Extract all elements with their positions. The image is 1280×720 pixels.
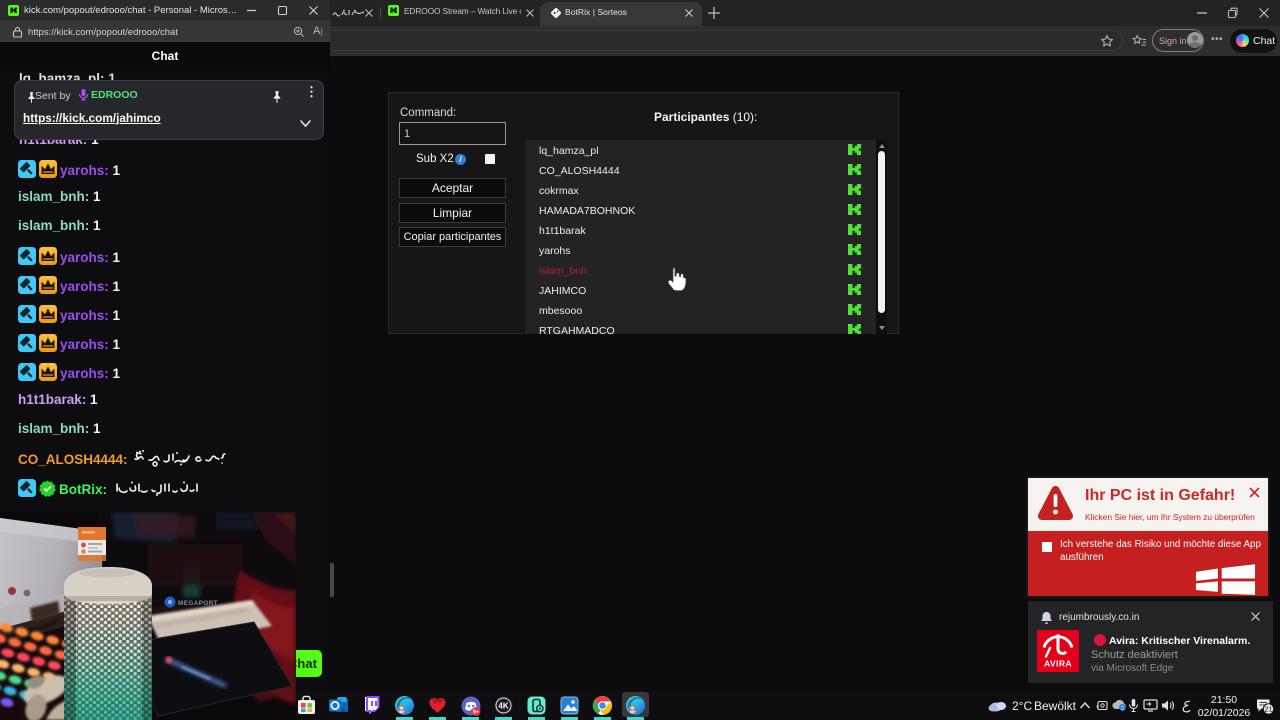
svg-text:MEGAPORT: MEGAPORT <box>178 600 218 607</box>
svg-text:4K: 4K <box>498 702 508 711</box>
svg-text:9+: 9+ <box>473 710 479 716</box>
svg-text:21: 21 <box>1264 705 1272 714</box>
svg-text:AVIRA: AVIRA <box>1044 659 1072 669</box>
